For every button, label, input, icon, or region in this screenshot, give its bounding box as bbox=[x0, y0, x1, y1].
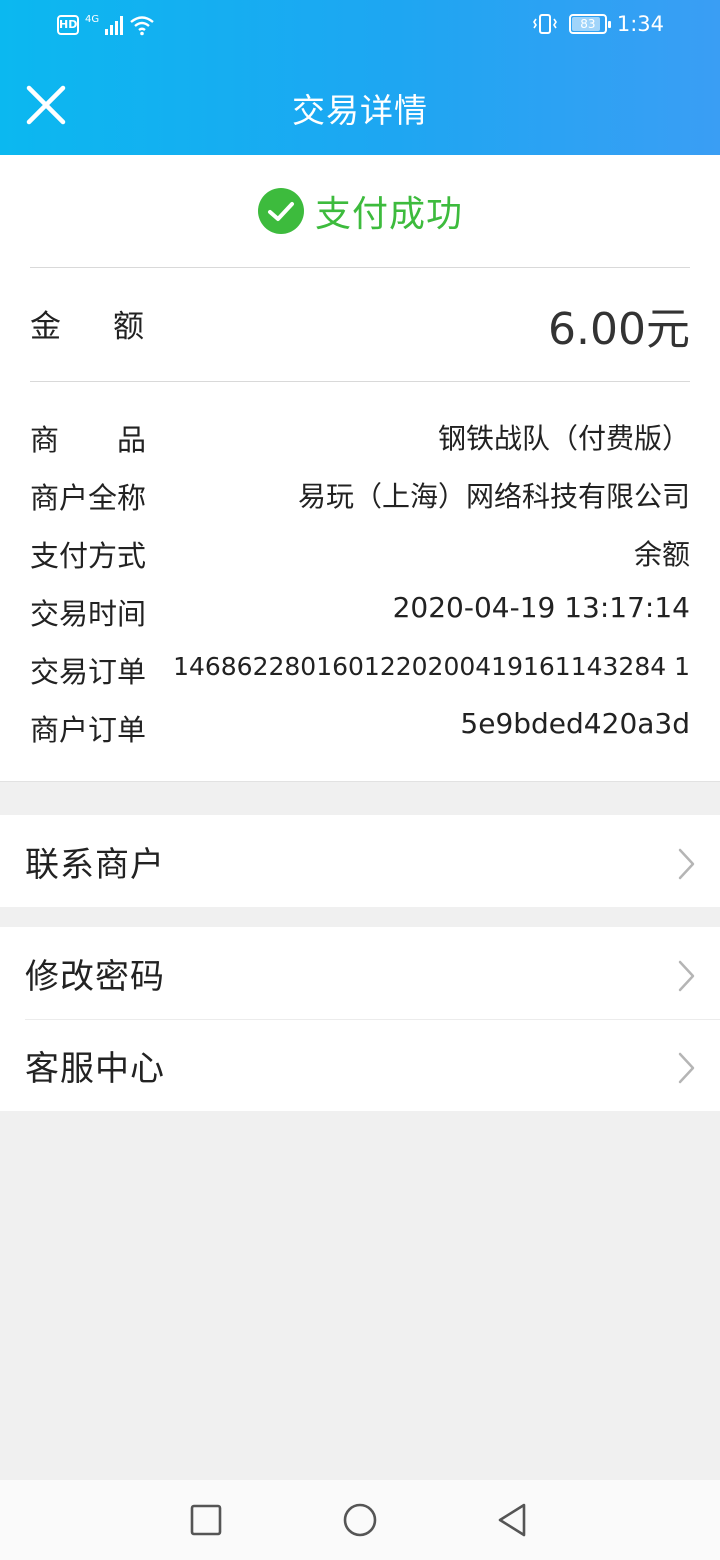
network-type: 4G bbox=[85, 13, 100, 25]
menu-item-label: 客服中心 bbox=[25, 1049, 165, 1089]
status-time: 1:34 bbox=[616, 12, 664, 36]
detail-row-transaction-order: 交易订单 1468622801601220200419161143284 1 bbox=[30, 649, 690, 689]
detail-row-payment-method: 支付方式 余额 bbox=[30, 533, 690, 573]
detail-value: 余额 bbox=[633, 538, 690, 571]
battery-icon: 83 bbox=[568, 14, 611, 34]
back-icon[interactable] bbox=[494, 1500, 534, 1540]
status-left: HD 4G bbox=[57, 14, 155, 36]
battery-level: 83 bbox=[580, 17, 596, 31]
payment-status: 支付成功 bbox=[0, 185, 720, 237]
detail-value: 1468622801601220200419161143284 1 bbox=[173, 652, 690, 681]
detail-row-merchant-name: 商户全称 易玩（上海）网络科技有限公司 bbox=[30, 475, 690, 515]
detail-row-merchant-order: 商户订单 5e9bded420a3d bbox=[30, 707, 690, 747]
payment-status-text: 支付成功 bbox=[314, 194, 463, 235]
detail-row-product: 商品 钢铁战队（付费版） bbox=[30, 417, 690, 457]
detail-value: 2020-04-19 13:17:14 bbox=[392, 591, 690, 624]
transaction-card: 支付成功 金额 6.00元 商品 钢铁战队（付费版） 商户全称 易玩（上海）网络… bbox=[0, 155, 720, 782]
hd-icon: HD bbox=[57, 15, 79, 35]
system-nav-bar bbox=[0, 1480, 720, 1560]
page-title: 交易详情 bbox=[292, 91, 428, 130]
detail-value: 易玩（上海）网络科技有限公司 bbox=[297, 480, 690, 513]
detail-row-transaction-time: 交易时间 2020-04-19 13:17:14 bbox=[30, 591, 690, 631]
detail-label: 商品 bbox=[30, 423, 205, 457]
menu-group-account: 修改密码 客服中心 bbox=[0, 927, 720, 1111]
menu-item-label: 联系商户 bbox=[25, 845, 165, 885]
recent-apps-icon[interactable] bbox=[186, 1500, 226, 1540]
customer-service-button[interactable]: 客服中心 bbox=[0, 1019, 720, 1111]
amount-label: 金额 bbox=[30, 309, 196, 345]
divider bbox=[30, 267, 690, 268]
detail-label: 交易时间 bbox=[30, 597, 147, 631]
check-circle-icon bbox=[257, 188, 304, 234]
detail-value: 5e9bded420a3d bbox=[460, 707, 690, 740]
detail-label: 商户订单 bbox=[30, 713, 147, 747]
detail-value: 钢铁战队（付费版） bbox=[437, 422, 690, 455]
detail-label: 商户全称 bbox=[30, 481, 147, 515]
status-bar: HD 4G 83 1:34 bbox=[0, 0, 720, 54]
wifi-icon bbox=[130, 16, 154, 36]
detail-label: 交易订单 bbox=[30, 655, 147, 689]
app-header: HD 4G 83 1:34 交易详情 bbox=[0, 0, 720, 155]
chevron-right-icon bbox=[678, 848, 695, 880]
chevron-right-icon bbox=[678, 960, 695, 992]
menu-item-label: 修改密码 bbox=[25, 957, 165, 997]
status-right: 83 1:34 bbox=[531, 12, 664, 36]
home-icon[interactable] bbox=[340, 1500, 380, 1540]
contact-merchant-button[interactable]: 联系商户 bbox=[0, 815, 720, 907]
amount-value: 6.00元 bbox=[548, 304, 690, 355]
detail-label: 支付方式 bbox=[30, 539, 147, 573]
signal-icon bbox=[105, 15, 124, 35]
chevron-right-icon bbox=[678, 1052, 695, 1084]
change-password-button[interactable]: 修改密码 bbox=[0, 927, 720, 1019]
menu-group-merchant: 联系商户 bbox=[0, 815, 720, 907]
vibrate-icon bbox=[532, 14, 557, 34]
divider bbox=[30, 381, 690, 382]
